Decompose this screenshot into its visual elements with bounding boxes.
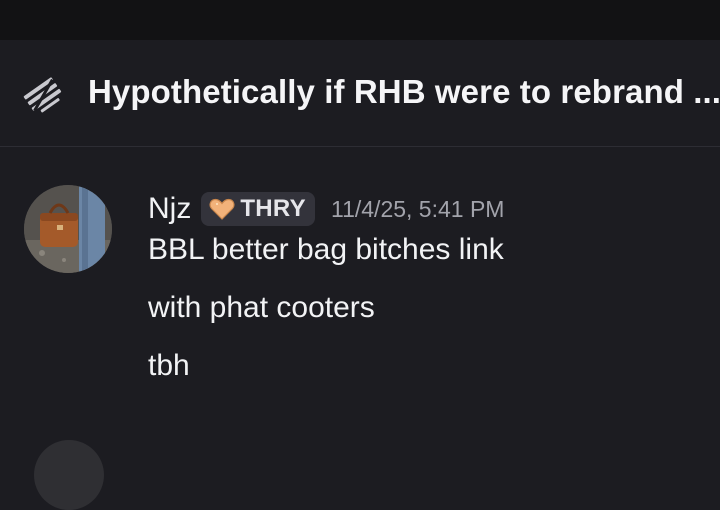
message-line: BBL better bag bitches link [148, 233, 504, 266]
message-timestamp: 11/4/25, 5:41 PM [331, 195, 505, 222]
message-line: with phat cooters [148, 291, 375, 324]
window-top-bar [0, 0, 720, 40]
message-header: Njz THRY 11/4/25, 5:41 PM [148, 189, 504, 229]
author-name[interactable]: Njz [148, 192, 191, 226]
thread-header[interactable]: Hypothetically if RHB were to rebrand ..… [0, 40, 720, 147]
next-message-avatar[interactable] [34, 440, 104, 510]
thread-title[interactable]: Hypothetically if RHB were to rebrand ..… [88, 73, 720, 111]
heart-icon [209, 198, 235, 220]
guild-tag-label: THRY [240, 195, 306, 222]
message: Njz THRY 11/4/25, 5:41 PM BBL better bag… [0, 147, 720, 407]
thread-icon [22, 77, 64, 113]
guild-tag-badge[interactable]: THRY [201, 192, 315, 226]
message-line: tbh [148, 349, 190, 382]
avatar[interactable] [24, 185, 112, 273]
